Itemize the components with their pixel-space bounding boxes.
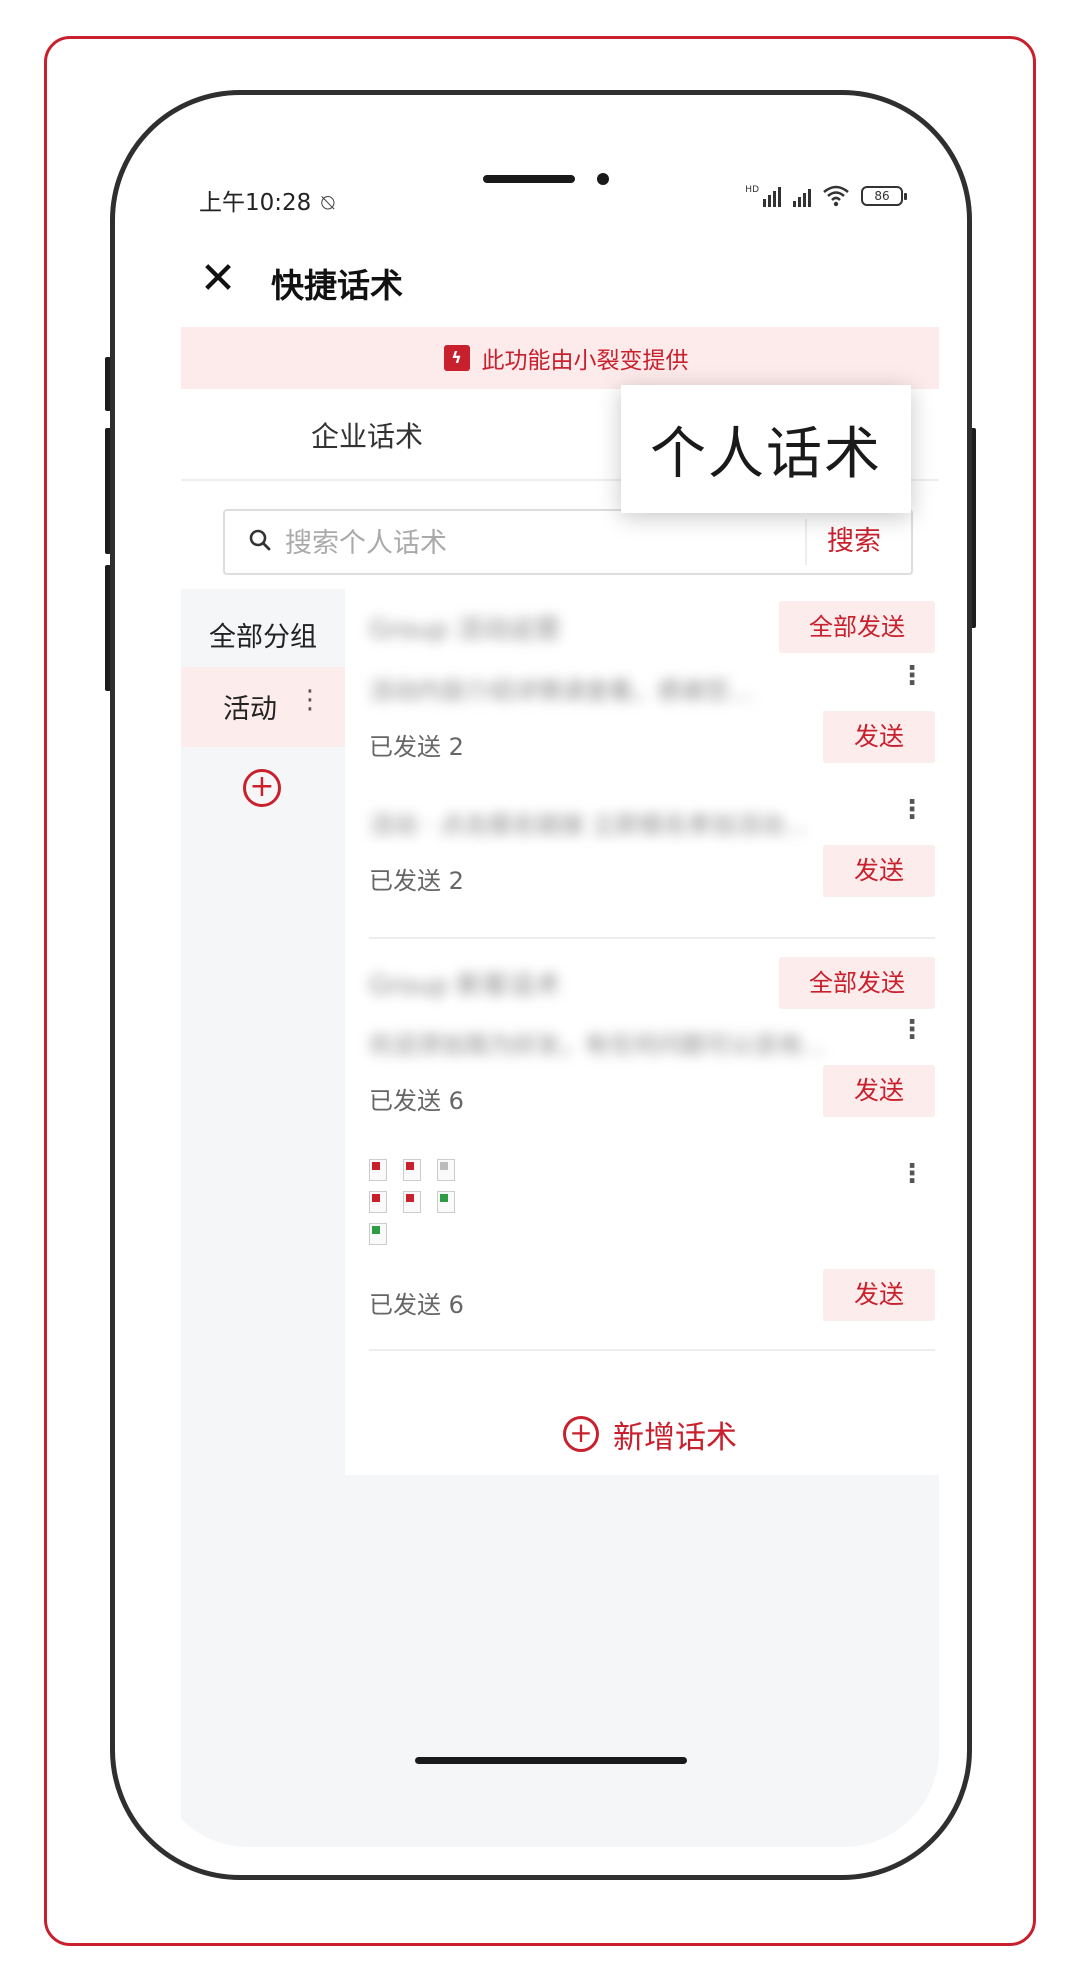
send-button[interactable]: 发送 (823, 711, 935, 763)
script-item: 活动 · 点击报名链接 立即报名参加活动… ⋮ 已发送 2 发送 (369, 795, 935, 915)
title-bar: ✕ 快捷话术 (153, 243, 939, 315)
wifi-icon (823, 185, 849, 207)
pdf-file-icon (369, 1159, 387, 1181)
page-title: 快捷话术 (271, 266, 403, 305)
group-name: Group 活动运营 (369, 615, 561, 645)
tab-personal[interactable]: 个人话术 (621, 385, 911, 513)
group-header: Group 活动运营 全部发送 (369, 591, 935, 661)
add-script-bar[interactable]: + 新增话术 (349, 1393, 939, 1475)
file-thumbnails (369, 1159, 489, 1269)
script-item: 活动内容介绍详情请查看，感谢您… ⋮ 已发送 2 发送 (369, 661, 935, 781)
phone-frame: 上午10:28 ⍉ HD 86 ✕ 快捷话术 ϟ 此功能由小裂变提供 企业话术 … (110, 90, 972, 1880)
list-divider (369, 1349, 935, 1351)
search-bar: 搜索 (223, 509, 913, 575)
tab-enterprise[interactable]: 企业话术 (311, 415, 423, 455)
phone-screen: 上午10:28 ⍉ HD 86 ✕ 快捷话术 ϟ 此功能由小裂变提供 企业话术 … (153, 133, 939, 1847)
more-vertical-icon[interactable]: ⋮ (899, 795, 925, 825)
speaker-grille (483, 175, 575, 183)
excel-file-icon (369, 1223, 387, 1245)
search-icon (249, 529, 271, 551)
provider-logo-icon: ϟ (443, 345, 470, 371)
group-divider (369, 937, 935, 939)
sent-count: 已发送 2 (369, 733, 464, 761)
search-button[interactable]: 搜索 (805, 519, 901, 565)
sent-count: 已发送 6 (369, 1291, 464, 1319)
pdf-file-icon (403, 1191, 421, 1213)
pdf-file-icon (403, 1159, 421, 1181)
send-all-button[interactable]: 全部发送 (779, 601, 935, 653)
clock-text: 上午10:28 (199, 190, 312, 216)
home-indicator[interactable] (415, 1757, 687, 1764)
send-button[interactable]: 发送 (823, 1269, 935, 1321)
script-item-files: ⋮ 已发送 6 发送 (369, 1159, 935, 1349)
sidebar-item-activity[interactable]: 活动 ⋮ (181, 667, 345, 747)
more-vertical-icon[interactable]: ⋮ (297, 685, 323, 715)
send-all-button[interactable]: 全部发送 (779, 957, 935, 1009)
provider-banner: ϟ 此功能由小裂变提供 (181, 327, 939, 389)
pdf-file-icon (369, 1191, 387, 1213)
signal-icon (793, 185, 811, 207)
more-vertical-icon[interactable]: ⋮ (899, 1159, 925, 1189)
banner-text: 此功能由小裂变提供 (481, 348, 689, 374)
close-icon[interactable]: ✕ (193, 255, 243, 305)
sent-count: 已发送 2 (369, 867, 464, 895)
status-time: 上午10:28 ⍉ (199, 183, 335, 217)
more-vertical-icon[interactable]: ⋮ (899, 1015, 925, 1045)
tab-bar: 企业话术 个人话术 (181, 385, 939, 513)
battery-icon: 86 (861, 186, 907, 206)
status-icons: HD 86 (745, 185, 907, 207)
script-text: 欢迎添加我为好友，有任何问题可以咨询… (369, 1031, 825, 1059)
excel-file-icon (437, 1191, 455, 1213)
add-circle-icon: + (563, 1416, 599, 1452)
send-button[interactable]: 发送 (823, 1065, 935, 1117)
hd-signal-icon: HD (745, 185, 781, 207)
search-input[interactable] (285, 523, 785, 563)
doc-file-icon (437, 1159, 455, 1181)
group-header: Group 新客话术 全部发送 (369, 947, 935, 1017)
sent-count: 已发送 6 (369, 1087, 464, 1115)
send-button[interactable]: 发送 (823, 845, 935, 897)
script-item: 欢迎添加我为好友，有任何问题可以咨询… ⋮ 已发送 6 发送 (369, 1015, 935, 1135)
sidebar-item-label: 活动 (223, 694, 277, 725)
group-name: Group 新客话术 (369, 971, 561, 1001)
script-text: 活动 · 点击报名链接 立即报名参加活动… (369, 811, 808, 839)
script-text: 活动内容介绍详情请查看，感谢您… (369, 677, 753, 705)
status-bar: 上午10:28 ⍉ HD 86 (153, 183, 939, 223)
add-script-button[interactable]: 新增话术 (613, 1412, 737, 1457)
more-vertical-icon[interactable]: ⋮ (899, 661, 925, 691)
bottom-area (181, 1475, 939, 1847)
add-group-icon[interactable]: + (243, 769, 281, 807)
mute-bell-icon: ⍉ (321, 191, 335, 216)
